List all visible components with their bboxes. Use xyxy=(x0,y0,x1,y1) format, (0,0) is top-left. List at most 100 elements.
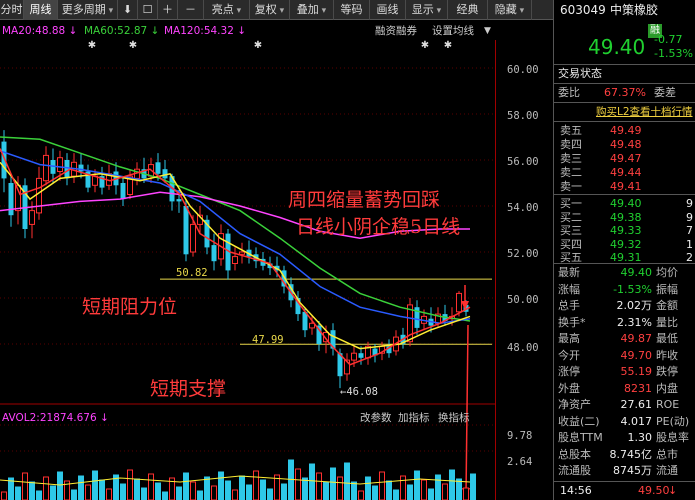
volume-bar xyxy=(232,489,238,500)
volume-bar xyxy=(435,474,441,500)
ma-settings-button[interactable]: 设置均线 xyxy=(432,22,474,40)
quote-stat-row: 净资产 27.61 ROE xyxy=(554,397,695,413)
stat-value: 8.745亿 xyxy=(609,447,653,461)
toolbar-item-11[interactable]: 画线 xyxy=(370,0,406,20)
candlestick-chart[interactable]: ✱ ✱ ✱ ✱ ✱ xyxy=(0,40,496,500)
quote-stat-row: 总股本 8.745亿 总市 xyxy=(554,447,695,463)
stat-label: 收益(二) xyxy=(558,414,600,428)
tick-time: 14:56 xyxy=(560,484,592,497)
volume-bar xyxy=(141,487,147,500)
ma-legend: MA20:48.88 ↓ MA60:52.87 ↓ MA120:54.32 ↓ … xyxy=(0,22,553,40)
ma120-legend: MA120:54.32 ↓ xyxy=(164,25,247,37)
stat-label-2: 内盘 xyxy=(656,381,678,395)
stat-label: 股息TTM xyxy=(558,431,603,444)
price-tick-label: 52.00 xyxy=(507,248,539,260)
candle-body xyxy=(211,245,217,262)
volume-bar xyxy=(400,475,406,500)
candle-body xyxy=(239,251,245,255)
quote-stat-row: 最新 49.40 均价 xyxy=(554,265,695,281)
toolbar-item-10[interactable]: 等码 xyxy=(334,0,370,20)
add-indicator-button[interactable]: 加指标 xyxy=(398,410,430,426)
toolbar-item-0[interactable]: 分时 xyxy=(0,0,24,20)
volume-bar xyxy=(463,487,469,500)
annotation-support: 短期支撑 xyxy=(150,378,227,400)
price-tick-label: 60.00 xyxy=(507,64,539,76)
ask-row[interactable]: 卖一 49.41 xyxy=(554,179,695,195)
volume-bar xyxy=(71,489,77,500)
volume-bar xyxy=(344,462,350,500)
toolbar-item-3[interactable]: ⬇ xyxy=(118,0,138,20)
volume-bar xyxy=(85,484,91,500)
volume-bar xyxy=(372,485,378,500)
toolbar-item-7[interactable]: 亮点 xyxy=(204,0,250,20)
toolbar-item-4[interactable]: ☐ xyxy=(138,0,158,20)
stat-label-2: 最低 xyxy=(656,332,678,345)
stat-label: 外盘 xyxy=(558,381,580,395)
l2-upgrade-link[interactable]: 购买L2查看十档行情 xyxy=(596,104,693,120)
volume-bar xyxy=(442,483,448,500)
edit-params-button[interactable]: 改参数 xyxy=(360,410,392,426)
stat-label-2: 跌停 xyxy=(656,365,678,378)
volume-bar xyxy=(43,476,49,500)
volume-tick-label: 2.64 xyxy=(507,456,533,468)
toolbar-item-12[interactable]: 显示 xyxy=(406,0,448,20)
volume-bar xyxy=(393,489,399,500)
stock-name: 中策橡胶 xyxy=(610,3,659,17)
toolbar-item-9[interactable]: 叠加 xyxy=(290,0,334,20)
weibi-label: 委比 xyxy=(558,86,580,99)
volume-bar xyxy=(309,463,315,500)
candle-body xyxy=(351,352,357,361)
switch-indicator-button[interactable]: 换指标 xyxy=(438,410,470,426)
volume-ma-line xyxy=(0,475,471,486)
volume-bar xyxy=(281,483,287,500)
volume-tick-label: 9.78 xyxy=(507,430,533,442)
toolbar-item-5[interactable]: ＋ xyxy=(158,0,178,20)
quote-stat-row: 总手 2.02万 金额 xyxy=(554,298,695,314)
volume-bar xyxy=(246,484,252,500)
stat-value: 2.31% xyxy=(617,315,652,329)
volume-bar xyxy=(162,491,168,500)
volume-bar xyxy=(190,481,196,500)
margin-trading-link[interactable]: 融资融券 xyxy=(375,22,417,40)
candle-body xyxy=(57,157,63,172)
volume-bar xyxy=(57,471,63,500)
toolbar-item-2[interactable]: 更多周期 xyxy=(58,0,118,20)
toolbar-item-14[interactable]: 隐藏 xyxy=(488,0,532,20)
volume-bar xyxy=(225,480,231,500)
event-star-icon: ✱ xyxy=(88,40,96,51)
quote-stat-row: 流通股 8745万 流通 xyxy=(554,463,695,479)
volume-bar xyxy=(183,472,189,500)
toolbar-item-6[interactable]: － xyxy=(178,0,204,20)
toolbar-item-1[interactable]: 周线 xyxy=(24,0,58,20)
annotation-line1: 周四缩量蓄势回踩 xyxy=(288,189,441,211)
volume-bar xyxy=(470,473,476,500)
volume-bar xyxy=(22,472,28,500)
price-tick-label: 50.00 xyxy=(507,294,539,306)
support-level-label: 47.99 xyxy=(252,334,284,346)
volume-bar xyxy=(92,470,98,500)
volume-bar xyxy=(99,479,105,500)
weibi-value: 67.37% xyxy=(604,86,646,99)
volume-bar xyxy=(330,467,336,500)
quote-stat-row: 最高 49.87 最低 xyxy=(554,331,695,347)
volume-bar xyxy=(211,485,217,500)
volume-bar xyxy=(365,476,371,500)
stat-value: 8745万 xyxy=(613,464,652,477)
quote-stat-row: 外盘 8231 内盘 xyxy=(554,381,695,397)
stat-value: 49.70 xyxy=(620,348,653,362)
volume-bar xyxy=(421,479,427,500)
stat-label: 总手 xyxy=(558,299,580,312)
stat-value: 4.017 xyxy=(620,414,653,428)
toolbar-item-13[interactable]: 经典 xyxy=(448,0,488,20)
volume-bar xyxy=(407,484,413,500)
stat-label: 总股本 xyxy=(558,447,591,461)
volume-bar xyxy=(204,476,210,500)
volume-bar xyxy=(29,481,35,500)
stat-label: 流通股 xyxy=(558,464,591,477)
volume-bar xyxy=(218,471,224,500)
price-tick-label: 54.00 xyxy=(507,202,539,214)
quote-stat-row: 涨幅 -1.53% 振幅 xyxy=(554,282,695,298)
toolbar-item-8[interactable]: 复权 xyxy=(250,0,290,20)
candle-body xyxy=(78,164,84,172)
chevron-down-icon[interactable]: ▼ xyxy=(484,22,491,40)
